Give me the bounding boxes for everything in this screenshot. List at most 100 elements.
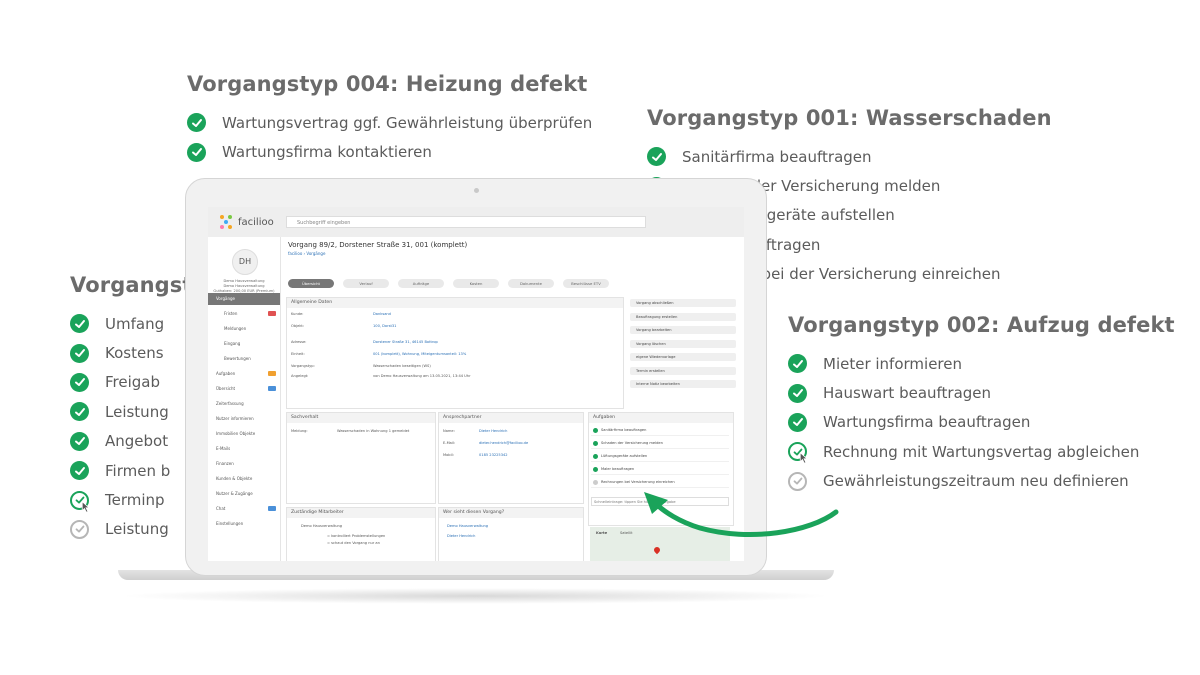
sidebar-item[interactable]: Immobilien Objekte <box>208 428 280 440</box>
panel-header: Sachverhalt <box>287 413 435 423</box>
block-title: Vorgangstyp 004: Heizung defekt <box>187 72 588 96</box>
contact-value[interactable]: dieter.hendrich@facilioo.de <box>479 441 528 445</box>
sidebar-item[interactable]: Finanzen <box>208 458 280 470</box>
checkmark-icon <box>788 412 807 432</box>
checkmark-icon <box>647 147 666 167</box>
task-check-icon[interactable] <box>593 467 598 472</box>
field-label: Objekt: <box>291 324 305 328</box>
sidebar-item[interactable]: Aufgaben <box>208 368 280 380</box>
task-check-icon[interactable] <box>593 441 598 446</box>
block-vorgangstyp-002: Vorgangstyp 002: Aufzug defekt Mieter in… <box>788 313 1175 496</box>
task-label: Lüftungsgeräte aufstellen <box>601 454 648 458</box>
sidebar-item[interactable]: Vorgänge <box>208 293 280 305</box>
sidebar-item[interactable]: Meldungen <box>208 323 280 335</box>
sidebar-item[interactable]: Nutzer & Zugänge <box>208 488 280 500</box>
tab[interactable]: Kosten <box>453 279 499 288</box>
breadcrumb[interactable]: facilioo › Vorgänge <box>288 251 325 256</box>
block-title: Vorgangstyp 001: Wasserschaden <box>647 106 1052 130</box>
staff-line2: = schaut den Vorgang nur an <box>327 541 380 545</box>
contact-label: Mobil: <box>443 453 454 457</box>
tab[interactable]: Verlauf <box>343 279 389 288</box>
sidebar-item-label: Nutzer informieren <box>216 416 254 421</box>
field-label: Einheit: <box>291 352 305 356</box>
avatar[interactable]: DH <box>232 249 258 275</box>
sidebar-item[interactable]: Zeiterfassung <box>208 398 280 410</box>
logo-icon <box>220 215 234 229</box>
checklist-item: Wartungsfirma beauftragen <box>788 408 1175 437</box>
field-value[interactable]: 001 (komplett), Wohnung, Miteigentumsant… <box>373 352 466 356</box>
user-info: Demo Hausverwaltung Demo Hausverwaltung … <box>212 279 276 294</box>
sidebar-item[interactable]: Bewertungen <box>208 353 280 365</box>
checklist-item-label: Wartungsfirma kontaktieren <box>222 143 432 162</box>
tab[interactable]: Beschlüsse ETV <box>563 279 609 288</box>
sidebar-item[interactable]: Einstellungen <box>208 518 280 530</box>
sidebar-item[interactable]: Fristen <box>208 308 280 320</box>
action-button[interactable]: Beauftragung erstellen <box>630 312 736 321</box>
checkmark-icon <box>70 461 89 481</box>
checklist-item-label: Wartungsvertrag ggf. Gewährleistung über… <box>222 113 593 132</box>
block-title: Vorgangstyp 002: Aufzug defekt <box>788 313 1175 337</box>
checkmark-icon <box>70 314 89 334</box>
logo-text: facilioo <box>238 216 274 228</box>
panel-header: Allgemeine Daten <box>287 298 623 308</box>
sidebar-item-label: Eingang <box>224 341 241 346</box>
action-button[interactable]: Interne Notiz bearbeiten <box>630 380 736 388</box>
sidebar-item-label: Bewertungen <box>224 356 251 361</box>
sidebar-item[interactable]: Kunden & Objekte <box>208 473 280 485</box>
sidebar-item[interactable]: E-Mails <box>208 443 280 455</box>
sidebar-item[interactable]: Nutzer informieren <box>208 413 280 425</box>
checklist-item-label: Umfang <box>105 314 165 333</box>
field-label: Angelegt: <box>291 374 309 378</box>
sidebar-item-label: Vorgänge <box>216 296 235 301</box>
task-check-icon[interactable] <box>593 454 598 459</box>
sidebar-item[interactable]: Chat <box>208 503 280 515</box>
contact-value[interactable]: 0185 23225342 <box>479 453 508 457</box>
checklist-item-label: Firmen b <box>105 461 171 480</box>
badge <box>268 386 276 391</box>
tab[interactable]: Übersicht <box>288 279 334 288</box>
field-value[interactable]: Danksand <box>373 312 391 316</box>
checklist-item-label: Leistung <box>105 402 169 421</box>
task-row[interactable]: Sanitärfirma beauftragen <box>591 425 729 436</box>
field-label: Vorgangstyp: <box>291 364 315 368</box>
contact-value[interactable]: Dieter Hendrich <box>479 429 507 433</box>
tab[interactable]: Dokumente <box>508 279 554 288</box>
check-cursor-icon <box>788 442 808 465</box>
panel-header: Aufgaben <box>589 413 733 423</box>
arrow-icon <box>644 492 839 538</box>
checklist-item-label: Leistung <box>105 520 169 539</box>
sidebar-item-label: Kunden & Objekte <box>216 476 253 481</box>
task-check-icon[interactable] <box>593 428 598 433</box>
map-tab-satellit[interactable]: Satellit <box>620 531 633 535</box>
staff-name: Demo Hausverwaltung <box>301 524 343 528</box>
checklist-item: Mieter informieren <box>788 349 1175 378</box>
viewer-item[interactable]: Demo Hausverwaltung <box>447 524 488 528</box>
sidebar-item[interactable]: Übersicht <box>208 383 280 395</box>
sidebar-item-label: Übersicht <box>216 386 236 391</box>
action-button[interactable]: Termin erstellen <box>630 366 736 375</box>
logo[interactable]: facilioo <box>220 215 274 229</box>
field-value[interactable]: 100, Dorst31 <box>373 324 396 328</box>
field-value[interactable]: Dorstener Straße 31, 46145 Bottrop <box>373 340 438 344</box>
action-button[interactable]: Vorgang bearbeiten <box>630 326 736 334</box>
checklist-item: Wartungsvertrag ggf. Gewährleistung über… <box>187 108 592 137</box>
viewer-item[interactable]: Dieter Hendrich <box>447 534 475 538</box>
task-check-icon[interactable] <box>593 480 598 485</box>
checklist-item-label: Mieter informieren <box>823 354 962 373</box>
action-button[interactable]: Vorgang abschließen <box>630 299 736 307</box>
task-label: Maler beauftragen <box>601 467 635 471</box>
checkmark-icon <box>70 372 89 392</box>
sidebar-item-label: Chat <box>216 506 226 511</box>
task-row[interactable]: Schaden der Versicherung melden <box>591 438 729 449</box>
staff-line1: = kontrolliert Problemstellungen <box>327 534 386 538</box>
search-input[interactable]: Suchbegriff eingeben <box>286 216 646 228</box>
tab[interactable]: Aufträge <box>398 279 444 288</box>
camera-icon <box>474 188 479 193</box>
sidebar-item[interactable]: Eingang <box>208 338 280 350</box>
map-tab-karte[interactable]: Karte <box>596 531 607 535</box>
checkmark-icon <box>70 343 89 363</box>
panel-header: Zuständige Mitarbeiter <box>287 508 435 518</box>
action-button[interactable]: eigene Wiedervorlage <box>630 353 736 361</box>
task-row[interactable]: Lüftungsgeräte aufstellen <box>591 451 729 462</box>
action-button[interactable]: Vorgang löschen <box>630 339 736 348</box>
